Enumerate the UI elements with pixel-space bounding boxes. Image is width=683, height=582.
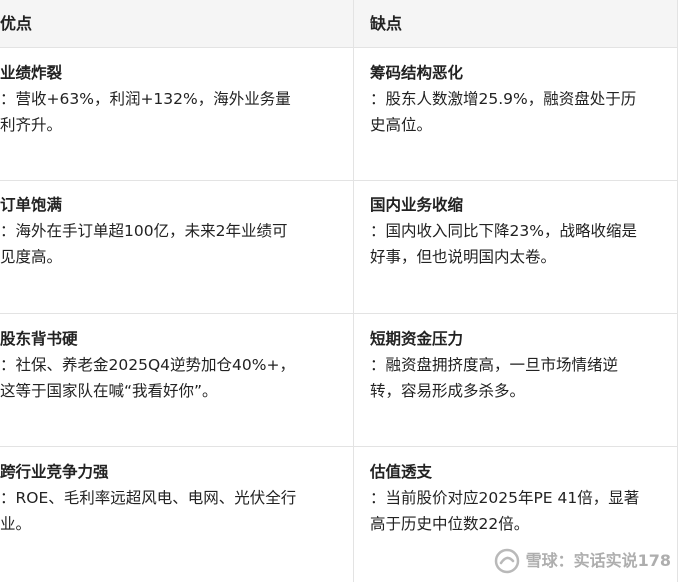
row-divider <box>0 313 677 314</box>
con-desc-line: 转，容易形成多杀多。 <box>370 382 526 400</box>
con-desc-line: ：融资盘拥挤度高，一旦市场情绪逆 <box>370 356 619 374</box>
con-desc-line: 高于历史中位数22倍。 <box>370 515 530 533</box>
row-divider <box>0 180 677 181</box>
pro-desc-line: 这等于国家队在喊“我看好你”。 <box>0 382 218 400</box>
con-title: 估值透支 <box>370 463 433 481</box>
header-cons: 缺点 <box>370 14 403 33</box>
table-row-1-pro: 业绩炸裂 ：营收+63%，利润+132%，海外业务量 利齐升。 <box>0 60 330 138</box>
pro-title: 跨行业竞争力强 <box>0 463 109 481</box>
table-row-4-pro: 跨行业竞争力强 ：ROE、毛利率远超风电、电网、光伏全行 业。 <box>0 459 330 537</box>
con-desc-line: ：当前股价对应2025年PE 41倍，显著 <box>370 489 640 507</box>
con-title: 筹码结构恶化 <box>370 64 464 82</box>
table-row-2-con: 国内业务收缩 ：国内收入同比下降23%，战略收缩是 好事，但也说明国内太卷。 <box>370 192 676 270</box>
table-row-2-pro: 订单饱满 ：海外在手订单超100亿，未来2年业绩可 见度高。 <box>0 192 330 270</box>
con-desc-line: 好事，但也说明国内太卷。 <box>370 248 557 266</box>
pro-desc-line: 见度高。 <box>0 248 63 266</box>
con-desc-line: 史高位。 <box>370 116 433 134</box>
pro-title: 股东背书硬 <box>0 330 78 348</box>
table-row-1-con: 筹码结构恶化 ：股东人数激增25.9%，融资盘处于历 史高位。 <box>370 60 676 138</box>
column-divider <box>353 0 354 582</box>
pro-title: 订单饱满 <box>0 196 63 214</box>
pro-desc-line: ：ROE、毛利率远超风电、电网、光伏全行 <box>0 489 297 507</box>
header-pros: 优点 <box>0 14 33 33</box>
row-divider <box>0 446 677 447</box>
watermark: 雪球：实话实说178 <box>494 546 671 576</box>
pro-desc-line: ：海外在手订单超100亿，未来2年业绩可 <box>0 222 288 240</box>
table-row-3-con: 短期资金压力 ：融资盘拥挤度高，一旦市场情绪逆 转，容易形成多杀多。 <box>370 326 676 404</box>
table-row-3-pro: 股东背书硬 ：社保、养老金2025Q4逆势加仓40%+， 这等于国家队在喊“我看… <box>0 326 330 404</box>
pro-desc-line: ：营收+63%，利润+132%，海外业务量 <box>0 90 291 108</box>
watermark-text: 雪球：实话实说178 <box>525 551 671 570</box>
pro-desc-line: 利齐升。 <box>0 116 63 134</box>
con-desc-line: ：国内收入同比下降23%，战略收缩是 <box>370 222 637 240</box>
con-desc-line: ：股东人数激增25.9%，融资盘处于历 <box>370 90 637 108</box>
pros-cons-table: 优点 缺点 业绩炸裂 ：营收+63%，利润+132%，海外业务量 利齐升。 筹码… <box>0 0 678 582</box>
pro-desc-line: 业。 <box>0 515 32 533</box>
table-row-4-con: 估值透支 ：当前股价对应2025年PE 41倍，显著 高于历史中位数22倍。 <box>370 459 676 537</box>
table-header: 优点 缺点 <box>0 0 677 48</box>
snowball-logo-icon <box>494 548 519 574</box>
con-title: 短期资金压力 <box>370 330 464 348</box>
pro-desc-line: ：社保、养老金2025Q4逆势加仓40%+， <box>0 356 295 374</box>
con-title: 国内业务收缩 <box>370 196 464 214</box>
pro-title: 业绩炸裂 <box>0 64 63 82</box>
